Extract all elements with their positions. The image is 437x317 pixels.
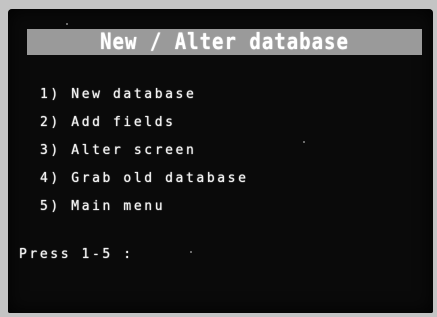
- screen-speck: [66, 23, 68, 25]
- menu-item-grab-old-database[interactable]: 4) Grab old database: [40, 165, 249, 193]
- menu-item-new-database[interactable]: 1) New database: [40, 81, 249, 109]
- menu-item-alter-screen[interactable]: 3) Alter screen: [40, 137, 249, 165]
- menu-list: 1) New database 2) Add fields 3) Alter s…: [40, 81, 249, 221]
- screen-speck: [190, 251, 192, 253]
- menu-item-add-fields[interactable]: 2) Add fields: [40, 109, 249, 137]
- input-prompt[interactable]: Press 1-5 :: [19, 247, 134, 262]
- photo-frame: New / Alter database 1) New database 2) …: [0, 0, 437, 317]
- menu-item-main-menu[interactable]: 5) Main menu: [40, 193, 249, 221]
- screen-title: New / Alter database: [100, 29, 349, 55]
- crt-screen: New / Alter database 1) New database 2) …: [8, 9, 433, 313]
- title-bar: New / Alter database: [27, 29, 422, 55]
- screen-speck: [303, 141, 305, 143]
